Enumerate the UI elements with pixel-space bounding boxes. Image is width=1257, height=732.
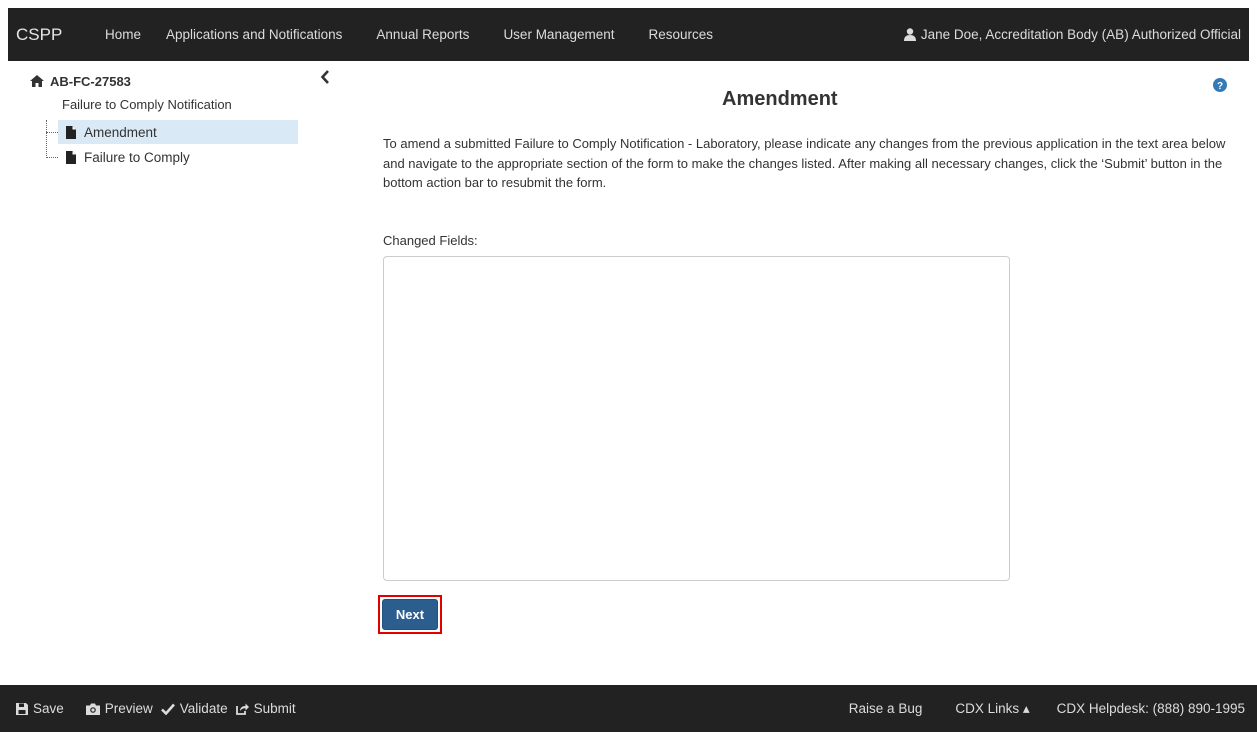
nav-applications-notifications[interactable]: Applications and Notifications [166, 27, 342, 42]
sidebar: AB-FC-27583 Failure to Comply Notificati… [30, 70, 350, 165]
user-icon [903, 28, 916, 41]
nav-annual-reports[interactable]: Annual Reports [376, 27, 469, 42]
preview-button[interactable]: Preview [85, 701, 153, 716]
file-icon [66, 150, 76, 164]
chevron-left-icon[interactable] [320, 70, 330, 84]
page-description: To amend a submitted Failure to Comply N… [383, 136, 1226, 190]
top-navbar: CSPP Home Applications and Notifications… [8, 8, 1249, 61]
submit-label: Submit [253, 701, 296, 716]
save-button[interactable]: Save [16, 701, 64, 716]
help-icon[interactable]: ? [1213, 78, 1227, 92]
raise-bug-link[interactable]: Raise a Bug [849, 701, 923, 716]
tree-item-failure-to-comply[interactable]: Failure to Comply [58, 145, 190, 169]
cdx-links-dropdown[interactable]: CDX Links ▴ [955, 701, 1029, 717]
nav-resources[interactable]: Resources [649, 27, 714, 42]
svg-text:?: ? [1217, 81, 1223, 92]
share-icon [235, 703, 249, 715]
validate-button[interactable]: Validate [160, 701, 228, 716]
user-menu[interactable]: Jane Doe, Accreditation Body (AB) Author… [903, 27, 1241, 42]
next-button-highlight: Next [378, 595, 442, 634]
tree-branch [46, 132, 58, 133]
validate-label: Validate [179, 701, 228, 716]
preview-label: Preview [104, 701, 153, 716]
user-name: Jane Doe, Accreditation Body (AB) Author… [920, 27, 1241, 42]
file-icon [66, 125, 76, 139]
nav-home[interactable]: Home [105, 27, 141, 42]
cdx-helpdesk-text: CDX Helpdesk: (888) 890-1995 [1056, 701, 1245, 716]
camera-icon [85, 703, 100, 715]
tree-line [46, 120, 47, 158]
page-title: Amendment [722, 88, 838, 110]
save-label: Save [33, 701, 64, 716]
home-icon [30, 75, 44, 87]
bottom-action-bar: Save Preview Validate Submit Raise a Bug [0, 685, 1257, 732]
changed-fields-textarea[interactable] [383, 256, 1010, 581]
tree-root-subtitle: Failure to Comply Notification [62, 97, 232, 112]
nav-user-management[interactable]: User Management [503, 27, 614, 42]
tree-root[interactable]: AB-FC-27583 [30, 70, 350, 92]
brand-logo[interactable]: CSPP [16, 25, 96, 45]
floppy-disk-icon [16, 702, 28, 715]
changed-fields-label: Changed Fields: [383, 233, 478, 248]
tree-item-label: Amendment [84, 124, 157, 140]
tree-item-label: Failure to Comply [84, 149, 190, 165]
submit-button[interactable]: Submit [235, 701, 296, 716]
next-button[interactable]: Next [382, 599, 438, 630]
tree-item-amendment[interactable]: Amendment [58, 120, 298, 144]
tree-branch [46, 157, 58, 158]
tree-root-id: AB-FC-27583 [50, 73, 131, 89]
checkmark-icon [160, 703, 175, 715]
